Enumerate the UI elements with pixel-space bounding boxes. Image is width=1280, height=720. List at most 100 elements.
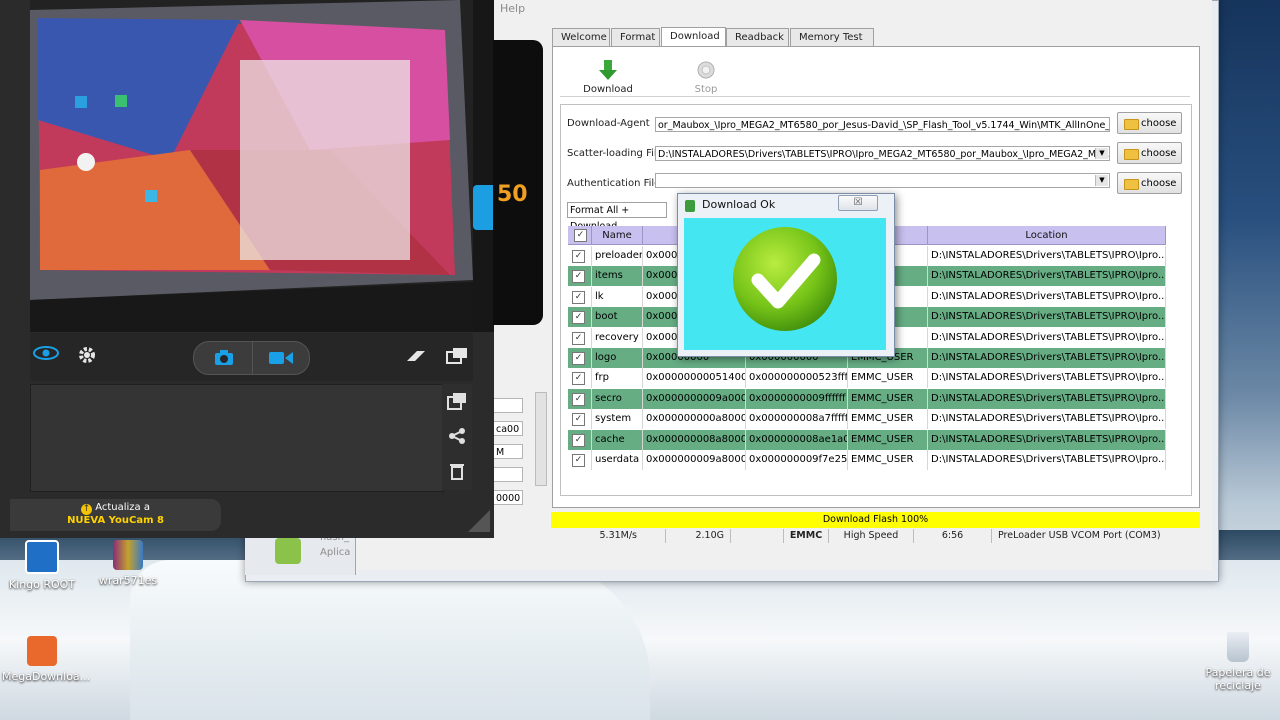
row-checkbox-cell[interactable]: ✓ xyxy=(568,246,592,266)
video-mode-button[interactable] xyxy=(252,341,310,375)
table-row[interactable]: ✓ cache0x000000008a8000000x000000008ae1a0… xyxy=(568,429,1166,450)
row-checkbox[interactable]: ✓ xyxy=(572,413,585,427)
column-header-location[interactable]: Location xyxy=(928,226,1166,245)
eye-icon[interactable] xyxy=(33,345,59,366)
cell-name: logo xyxy=(592,348,643,368)
auth-file-dropdown[interactable]: ▼ xyxy=(655,173,1110,188)
kingo-root-icon xyxy=(25,540,59,574)
desktop-icon-megadownload[interactable]: MegaDownloa... xyxy=(2,636,90,683)
gear-icon[interactable] xyxy=(76,344,98,371)
download-agent-label: Download-Agent xyxy=(567,118,650,129)
bg-field[interactable] xyxy=(493,467,523,482)
auth-file-label: Authentication File xyxy=(567,178,661,189)
select-all-checkbox[interactable]: ✓ xyxy=(574,229,587,242)
row-checkbox-cell[interactable]: ✓ xyxy=(568,429,592,450)
column-header-name[interactable]: Name xyxy=(592,226,643,245)
eraser-icon[interactable] xyxy=(405,349,427,366)
stop-button[interactable]: Stop xyxy=(676,60,736,95)
row-checkbox[interactable]: ✓ xyxy=(572,311,585,325)
bg-field[interactable]: 0000 xyxy=(493,490,523,505)
webcam-image xyxy=(30,0,473,332)
cell-name: boot xyxy=(592,307,643,328)
share-icon[interactable] xyxy=(448,427,466,448)
choose-scatter-file-button[interactable]: choose xyxy=(1117,142,1182,164)
scatter-file-dropdown[interactable]: D:\INSTALADORES\Drivers\TABLETS\IPRO\Ipr… xyxy=(655,146,1110,161)
row-checkbox-cell[interactable]: ✓ xyxy=(568,409,592,430)
webcam-edge xyxy=(473,0,494,332)
status-storage: EMMC xyxy=(784,529,829,543)
update-arrow-icon: ↑ xyxy=(81,504,92,515)
desktop-icon-recycle-bin[interactable]: Papelera de reciclaje xyxy=(1196,632,1280,692)
cell-name: secro xyxy=(592,388,643,409)
multi-window-icon[interactable] xyxy=(447,392,467,413)
chevron-down-icon[interactable]: ▼ xyxy=(1095,175,1108,186)
bg-field[interactable]: M xyxy=(493,444,523,459)
choose-download-agent-button[interactable]: choose xyxy=(1117,112,1182,134)
chevron-down-icon[interactable]: ▼ xyxy=(1095,148,1108,159)
menu-help[interactable]: Help xyxy=(500,2,525,15)
cell-location: D:\INSTALADORES\Drivers\TABLETS\IPRO\Ipr… xyxy=(928,368,1166,389)
cell-location: D:\INSTALADORES\Drivers\TABLETS\IPRO\Ipr… xyxy=(928,266,1166,287)
scatter-file-label: Scatter-loading File xyxy=(567,148,663,159)
row-checkbox[interactable]: ✓ xyxy=(572,454,585,467)
row-checkbox-cell[interactable]: ✓ xyxy=(568,388,592,409)
cell-name: recovery xyxy=(592,327,643,348)
row-checkbox[interactable]: ✓ xyxy=(572,433,585,447)
camera-mode-button[interactable] xyxy=(193,341,253,375)
choose-auth-file-button[interactable]: choose xyxy=(1117,172,1182,194)
row-checkbox-cell[interactable]: ✓ xyxy=(568,450,592,470)
row-checkbox-cell[interactable]: ✓ xyxy=(568,348,592,368)
row-checkbox[interactable]: ✓ xyxy=(572,270,585,284)
dialog-close-button[interactable]: ☒ xyxy=(838,195,878,211)
row-checkbox[interactable]: ✓ xyxy=(572,250,585,263)
row-checkbox[interactable]: ✓ xyxy=(572,392,585,406)
cell-location: D:\INSTALADORES\Drivers\TABLETS\IPRO\Ipr… xyxy=(928,388,1166,409)
desktop-icon-winrar[interactable]: wrar571es xyxy=(88,540,168,587)
dialog-title: Download Ok xyxy=(702,198,776,211)
cell-location: D:\INSTALADORES\Drivers\TABLETS\IPRO\Ipr… xyxy=(928,348,1166,368)
desktop-icon-kingo-root[interactable]: Kingo ROOT xyxy=(2,540,82,591)
download-button-label: Download xyxy=(583,84,633,95)
tab-download[interactable]: Download xyxy=(661,27,726,46)
status-blank xyxy=(731,529,784,543)
bg-field[interactable]: ca00 xyxy=(493,421,523,436)
cell-location: D:\INSTALADORES\Drivers\TABLETS\IPRO\Ipr… xyxy=(928,327,1166,348)
tab-readback[interactable]: Readback xyxy=(726,28,789,46)
tab-memory-test[interactable]: Memory Test xyxy=(790,28,874,46)
tab-welcome[interactable]: Welcome xyxy=(552,28,610,46)
header-checkbox-cell[interactable]: ✓ xyxy=(568,226,592,245)
window-mode-icon[interactable] xyxy=(446,347,468,368)
bg-field[interactable] xyxy=(493,398,523,413)
tab-format[interactable]: Format xyxy=(611,28,660,46)
download-button[interactable]: Download xyxy=(578,60,638,95)
table-row[interactable]: ✓ system0x000000000a8000000x000000008a7ff… xyxy=(568,409,1166,430)
resize-grip[interactable] xyxy=(468,510,490,532)
download-mode-select[interactable]: Format All + Download xyxy=(567,202,667,232)
download-ok-dialog: Download Ok ☒ xyxy=(677,193,895,357)
row-checkbox[interactable]: ✓ xyxy=(572,352,585,365)
row-checkbox-cell[interactable]: ✓ xyxy=(568,368,592,389)
table-row[interactable]: ✓ frp0x00000000051400000x000000000523ffff… xyxy=(568,368,1166,389)
mega-download-icon xyxy=(27,636,57,666)
row-checkbox[interactable]: ✓ xyxy=(572,372,585,386)
cell-end-address: 0x000000000523ffff xyxy=(746,368,848,389)
row-checkbox-cell[interactable]: ✓ xyxy=(568,266,592,287)
recycle-bin-icon xyxy=(1227,632,1249,662)
table-row[interactable]: ✓ secro0x0000000009a000000x0000000009ffff… xyxy=(568,388,1166,409)
row-checkbox-cell[interactable]: ✓ xyxy=(568,286,592,307)
row-checkbox[interactable]: ✓ xyxy=(572,331,585,345)
success-check-icon xyxy=(733,227,837,331)
row-checkbox-cell[interactable]: ✓ xyxy=(568,327,592,348)
winrar-icon xyxy=(113,540,143,570)
youcam-update-banner[interactable]: ↑ Actualiza a NUEVA YouCam 8 xyxy=(10,499,221,531)
row-checkbox-cell[interactable]: ✓ xyxy=(568,307,592,328)
cell-location: D:\INSTALADORES\Drivers\TABLETS\IPRO\Ipr… xyxy=(928,450,1166,470)
cell-begin-address: 0x0000000009a00000 xyxy=(643,388,746,409)
table-row[interactable]: ✓ userdata0x000000009a8000000x000000009f7… xyxy=(568,450,1166,470)
trash-icon[interactable] xyxy=(449,462,465,483)
row-checkbox[interactable]: ✓ xyxy=(572,290,585,304)
cell-begin-address: 0x000000009a800000 xyxy=(643,450,746,470)
bg-scrollbar[interactable] xyxy=(535,392,547,486)
download-agent-field[interactable]: or_Maubox_\Ipro_MEGA2_MT6580_por_Jesus-D… xyxy=(655,117,1110,132)
cell-region: EMMC_USER xyxy=(848,409,928,430)
